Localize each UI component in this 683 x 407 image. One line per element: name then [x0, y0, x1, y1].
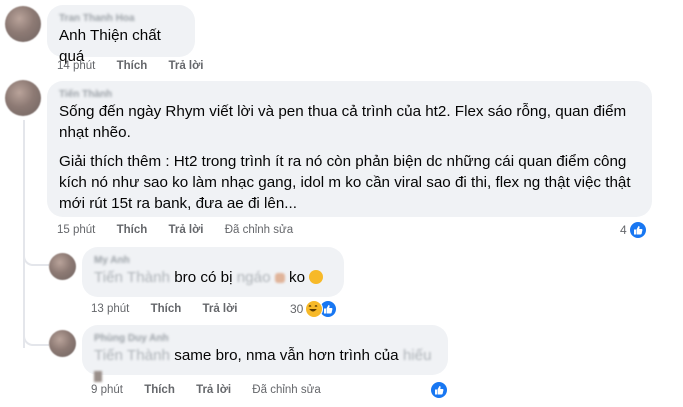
comment-actions: 14 phút Thích Trả lời — [57, 60, 221, 72]
comment-time[interactable]: 14 phút — [57, 60, 95, 72]
comment-bubble: Tran Thanh Hoa Anh Thiện chất quá — [47, 5, 195, 65]
comment-actions: 15 phút Thích Trả lời Đã chỉnh sửa — [57, 224, 311, 236]
comment-author[interactable]: Tran Thanh Hoa — [59, 12, 183, 25]
like-button[interactable]: Thích — [117, 60, 148, 72]
reply-button[interactable]: Trả lời — [168, 60, 203, 72]
avatar[interactable] — [49, 253, 76, 280]
mention-link[interactable]: Tiến Thành — [94, 347, 170, 364]
reaction-count: 30 — [290, 302, 304, 316]
reply-button[interactable]: Trả lời — [196, 384, 231, 396]
comment-author[interactable]: Tiến Thành — [59, 88, 640, 101]
blurred-emoji — [94, 371, 102, 383]
reply-button[interactable]: Trả lời — [202, 303, 237, 315]
avatar[interactable] — [5, 80, 41, 116]
haha-reaction-icon — [305, 300, 324, 318]
like-button[interactable]: Thích — [151, 303, 182, 315]
reaction-count: 4 — [620, 223, 627, 237]
mention-link[interactable]: Tiến Thành — [94, 269, 170, 286]
comment-text: Sống đến ngày Rhym viết lời và pen thua … — [59, 101, 640, 214]
reply-actions: 9 phút Thích Trả lời Đã chỉnh sửa — [91, 384, 339, 396]
blurred-emoji — [274, 272, 285, 283]
edited-label[interactable]: Đã chỉnh sửa — [252, 384, 320, 396]
comment-bubble: Tiến Thành Sống đến ngày Rhym viết lời v… — [47, 81, 652, 217]
reply-author[interactable]: Phùng Duy Anh — [94, 332, 436, 345]
like-reaction-icon — [628, 221, 647, 239]
reply-actions: 13 phút Thích Trả lời — [91, 303, 255, 315]
reply-time[interactable]: 9 phút — [91, 384, 123, 396]
edited-label[interactable]: Đã chỉnh sửa — [225, 224, 293, 236]
comment-time[interactable]: 15 phút — [57, 224, 95, 236]
reply-bubble: Phùng Duy Anh Tiến Thành same bro, nma v… — [82, 325, 448, 383]
thread-line — [23, 120, 25, 348]
avatar[interactable] — [49, 330, 76, 357]
reply-text-part: same bro, nma vẫn hơn trình của — [174, 347, 399, 364]
reaction-summary[interactable]: 4 — [620, 221, 647, 239]
reply-time[interactable]: 13 phút — [91, 303, 129, 315]
hidden-word: ngáo — [236, 269, 271, 286]
comment-paragraph: Giải thích thêm : Ht2 trong trình ít ra … — [59, 153, 631, 212]
thread-connector — [23, 242, 49, 266]
thread-connector — [23, 322, 49, 346]
crying-laughing-emoji-icon — [309, 270, 324, 284]
reaction-summary[interactable] — [430, 381, 448, 399]
reply-text: Tiến Thành same bro, nma vẫn hơn trình c… — [94, 345, 436, 387]
hidden-word: hiếu — [402, 347, 432, 364]
like-reaction-icon — [430, 381, 448, 399]
reply-bubble: My Anh Tiến Thành bro có bị ngáo ko — [82, 247, 344, 297]
reaction-summary[interactable]: 30 — [290, 300, 338, 318]
like-button[interactable]: Thích — [144, 384, 175, 396]
reply-author[interactable]: My Anh — [94, 254, 332, 267]
reply-text-part: ko — [289, 269, 306, 286]
reply-button[interactable]: Trả lời — [168, 224, 203, 236]
like-button[interactable]: Thích — [117, 224, 148, 236]
reply-text-part: bro có bị — [174, 269, 233, 286]
avatar[interactable] — [5, 6, 41, 42]
reply-text: Tiến Thành bro có bị ngáo ko — [94, 267, 332, 288]
comment-paragraph: Sống đến ngày Rhym viết lời và pen thua … — [59, 103, 627, 141]
